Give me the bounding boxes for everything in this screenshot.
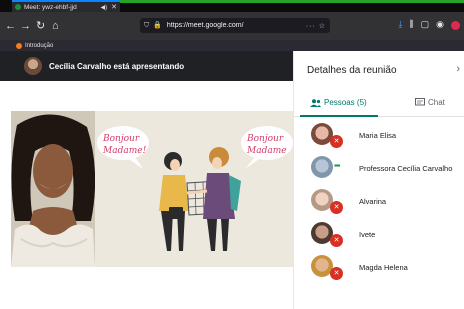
library-icon[interactable]: ⫼ (409, 19, 413, 30)
participant-row[interactable]: ✕ Magda Helena (294, 251, 464, 281)
people-icon (310, 98, 321, 107)
meet-favicon-icon (15, 4, 21, 10)
mic-off-icon: ✕ (330, 201, 343, 214)
url-bar[interactable]: ⛉ 🔒 ··· ☆ (140, 18, 330, 33)
bookmarks-bar: Introdução (0, 40, 464, 51)
participant-name: Alvarina (359, 197, 387, 206)
panel-title: Detalhes da reunião (307, 65, 397, 76)
forward-icon[interactable]: → (20, 19, 31, 33)
bubble-left-line2: Madame! (102, 146, 147, 156)
tab-people[interactable]: Pessoas (5) (310, 98, 367, 107)
sidebar-icon[interactable]: ▢ (421, 19, 430, 30)
site-security-icon[interactable]: ⛉ 🔒 (144, 21, 163, 30)
bubble-right-line2: Madame (246, 146, 287, 156)
speaking-icon: ▪▪▪ (334, 161, 340, 170)
mic-off-icon: ✕ (330, 234, 343, 247)
mic-off-icon: ✕ (330, 267, 343, 280)
tab-people-label: Pessoas (5) (324, 98, 367, 107)
participant-avatar (311, 156, 333, 178)
slide-illustration: Bonjour Madame! Bonjour Madame (95, 111, 293, 267)
presenter-avatar (24, 57, 42, 75)
back-icon[interactable]: ← (5, 19, 16, 33)
tab-chat[interactable]: Chat (415, 98, 445, 107)
meeting-stage: Bonjour Madame! Bonjour Madame (0, 81, 293, 309)
speaker-icon[interactable]: ◀) (101, 4, 108, 11)
panel-tabs: Pessoas (5) Chat (294, 91, 464, 117)
browser-tab[interactable]: Meet: ywz-ehbf-jjd ◀) ✕ (12, 0, 120, 12)
active-tab-indicator (300, 115, 378, 117)
close-panel-icon[interactable]: › (456, 63, 460, 75)
home-icon[interactable]: ⌂ (52, 19, 59, 33)
bookmark-favicon-icon (16, 42, 22, 49)
page-actions-icon[interactable]: ··· ☆ (306, 22, 326, 30)
participant-name: Maria Elisa (359, 131, 397, 140)
participant-row[interactable]: ✕ Maria Elisa (294, 119, 464, 149)
tab-chat-label: Chat (428, 98, 445, 107)
mic-off-icon: ✕ (330, 135, 343, 148)
url-input[interactable] (166, 22, 277, 29)
participant-name: Magda Helena (359, 263, 408, 272)
presenting-text: Cecília Carvalho está apresentando (49, 61, 185, 71)
presenter-camera-feed (11, 111, 95, 267)
tab-title: Meet: ywz-ehbf-jjd (24, 3, 77, 11)
presenter-photo (11, 111, 95, 267)
participant-name: Ivete (359, 230, 376, 239)
presenter-bar: Cecília Carvalho está apresentando (0, 51, 293, 81)
bookmark-introducao[interactable]: Introdução (25, 43, 53, 49)
browser-tab-bar: Meet: ywz-ehbf-jjd ◀) ✕ (0, 0, 464, 12)
toolbar-right: ⤓ ⫼ ▢ ◉ (399, 19, 460, 30)
shared-slide: Bonjour Madame! Bonjour Madame (95, 111, 293, 267)
tab-strip-accent (120, 0, 464, 3)
download-icon[interactable]: ⤓ (399, 19, 403, 30)
meeting-details-panel: Detalhes da reunião › Pessoas (5) Chat ✕… (293, 51, 464, 309)
bubble-right-line1: Bonjour (246, 134, 284, 144)
extension-icon[interactable] (451, 21, 460, 30)
participant-row[interactable]: ▪▪▪ Professora Cecília Carvalho (294, 152, 464, 182)
close-tab-icon[interactable]: ✕ (111, 3, 117, 11)
browser-toolbar: ← → ↻ ⌂ ⛉ 🔒 ··· ☆ ⤓ ⫼ ▢ ◉ (0, 12, 464, 40)
screen: Meet: ywz-ehbf-jjd ◀) ✕ ← → ↻ ⌂ ⛉ 🔒 ··· … (0, 0, 464, 309)
participant-row[interactable]: ✕ Alvarina (294, 185, 464, 215)
bubble-left-line1: Bonjour (102, 134, 140, 144)
account-icon[interactable]: ◉ (436, 19, 444, 30)
participant-row[interactable]: ✕ Ivete (294, 218, 464, 248)
chat-icon (415, 98, 425, 106)
participant-name: Professora Cecília Carvalho (359, 164, 453, 173)
reload-icon[interactable]: ↻ (36, 19, 45, 33)
